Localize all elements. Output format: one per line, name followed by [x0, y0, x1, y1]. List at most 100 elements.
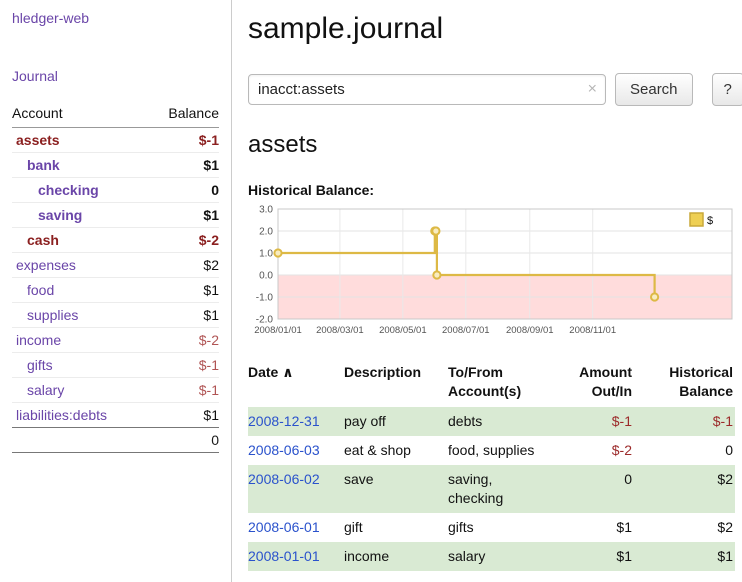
- main-content: sample.journal × Search ? assets Histori…: [232, 0, 742, 582]
- chart-x-tick-label: 2008/11/01: [569, 325, 616, 336]
- account-link-gifts[interactable]: gifts: [27, 357, 53, 373]
- chart-x-tick-label: 2008/07/01: [442, 325, 490, 336]
- register-row: 2008-12-31pay offdebts$-1$-1: [248, 407, 735, 436]
- historical-balance-chart[interactable]: $3.02.01.00.0-1.0-2.02008/01/012008/03/0…: [248, 205, 735, 347]
- search-input-wrap: ×: [248, 74, 606, 105]
- register-accounts: gifts: [448, 513, 552, 542]
- account-balance: $1: [147, 303, 219, 328]
- sidebar: hledger-web Journal Account Balance asse…: [0, 0, 232, 582]
- chart-point-marker: [651, 293, 658, 300]
- help-button[interactable]: ?: [712, 73, 742, 106]
- register-accounts: saving, checking: [448, 465, 552, 513]
- account-balance: $1: [147, 203, 219, 228]
- register-balance: $1: [640, 542, 735, 571]
- hledger-web-app: hledger-web Journal Account Balance asse…: [0, 0, 742, 582]
- register-description: gift: [344, 513, 448, 542]
- sidebar-item-journal[interactable]: Journal: [12, 68, 219, 84]
- register-header-row: Date ∧DescriptionTo/FromAccount(s)Amount…: [248, 359, 735, 407]
- account-row: bank $1: [12, 153, 219, 178]
- account-row: gifts$-1: [12, 353, 219, 378]
- chart-y-tick-label: 2.0: [259, 227, 273, 238]
- account-row: expenses$2: [12, 253, 219, 278]
- register-date-link[interactable]: 2008-06-01: [248, 519, 320, 535]
- account-link-saving[interactable]: saving: [38, 207, 82, 223]
- account-row: salary $-1: [12, 378, 219, 403]
- account-balance: $1: [147, 403, 219, 428]
- register-accounts: debts: [448, 407, 552, 436]
- account-link-bank[interactable]: bank: [27, 157, 60, 173]
- account-link-checking[interactable]: checking: [38, 182, 99, 198]
- account-link-food[interactable]: food: [27, 282, 54, 298]
- app-title-link[interactable]: hledger-web: [12, 10, 219, 26]
- account-link-income[interactable]: income: [16, 332, 61, 348]
- account-link-salary[interactable]: salary: [27, 382, 64, 398]
- search-button[interactable]: Search: [615, 73, 693, 106]
- chart-x-tick-label: 2008/05/01: [379, 325, 427, 336]
- accounts-header-account: Account: [12, 102, 147, 128]
- chart-legend-swatch: [690, 213, 703, 226]
- account-balance: $-2: [147, 328, 219, 353]
- register-balance: $2: [640, 513, 735, 542]
- chart-x-tick-label: 2008/09/01: [506, 325, 554, 336]
- chart-point-marker: [433, 271, 440, 278]
- register-row: 2008-06-03 eat & shopfood, supplies$-20: [248, 436, 735, 465]
- chart-x-tick-label: 2008/03/01: [316, 325, 364, 336]
- register-date-link[interactable]: 2008-12-31: [248, 413, 320, 429]
- accounts-table: Account Balance assets $-1 bank $1 checking 0…: [12, 102, 219, 453]
- account-row: income $-2: [12, 328, 219, 353]
- account-heading: assets: [248, 131, 742, 159]
- register-amount: $-2: [552, 436, 640, 465]
- chart-point-marker: [432, 227, 439, 234]
- register-amount: $-1: [552, 407, 640, 436]
- account-link-cash[interactable]: cash: [27, 232, 59, 248]
- chart-svg: $3.02.01.00.0-1.0-2.02008/01/012008/03/0…: [248, 205, 735, 347]
- search-input[interactable]: [248, 74, 606, 105]
- register-date-link[interactable]: 2008-06-02: [248, 471, 320, 487]
- account-balance: $-1: [147, 128, 219, 153]
- account-row: checking 0: [12, 178, 219, 203]
- register-table: Date ∧DescriptionTo/FromAccount(s)Amount…: [248, 359, 735, 571]
- account-balance: $-1: [147, 378, 219, 403]
- account-row: assets $-1: [12, 128, 219, 153]
- accounts-total-balance: 0: [147, 428, 219, 453]
- account-link-expenses[interactable]: expenses: [16, 257, 76, 273]
- account-link-assets[interactable]: assets: [16, 132, 60, 148]
- account-row: supplies $1: [12, 303, 219, 328]
- accounts-header-row: Account Balance: [12, 102, 219, 128]
- account-balance: $-2: [147, 228, 219, 253]
- register-balance: 0: [640, 436, 735, 465]
- register-date-link[interactable]: 2008-01-01: [248, 548, 320, 564]
- account-row: food $1: [12, 278, 219, 303]
- account-balance: $1: [147, 153, 219, 178]
- account-row: saving $1: [12, 203, 219, 228]
- register-description: save: [344, 465, 448, 513]
- account-balance: $1: [147, 278, 219, 303]
- account-link-supplies[interactable]: supplies: [27, 307, 78, 323]
- register-description: income: [344, 542, 448, 571]
- register-col-header-date[interactable]: Date ∧: [248, 359, 344, 407]
- sort-ascending-icon: ∧: [278, 364, 293, 380]
- register-col-header-amount: AmountOut/In: [552, 359, 640, 407]
- page-title: sample.journal: [248, 12, 742, 46]
- register-description: eat & shop: [344, 436, 448, 465]
- chart-point-marker: [274, 249, 281, 256]
- register-description: pay off: [344, 407, 448, 436]
- register-amount: $1: [552, 513, 640, 542]
- register-date-link[interactable]: 2008-06-03: [248, 442, 320, 458]
- chart-y-tick-label: 0.0: [259, 271, 273, 282]
- account-balance: 0: [147, 178, 219, 203]
- account-row: cash $-2: [12, 228, 219, 253]
- register-col-header-description: Description: [344, 359, 448, 407]
- chart-y-tick-label: -2.0: [256, 315, 274, 326]
- register-balance: $2: [640, 465, 735, 513]
- chart-y-tick-label: -1.0: [256, 293, 274, 304]
- register-accounts: food, supplies: [448, 436, 552, 465]
- account-row: liabilities:debts $1: [12, 403, 219, 428]
- register-amount: 0: [552, 465, 640, 513]
- chart-y-tick-label: 3.0: [259, 205, 273, 216]
- register-col-header-tofrom: To/FromAccount(s): [448, 359, 552, 407]
- clear-search-icon[interactable]: ×: [588, 80, 597, 98]
- register-row: 2008-06-02 savesaving, checking0$2: [248, 465, 735, 513]
- account-link-liabilities-debts[interactable]: liabilities:debts: [16, 407, 107, 423]
- chart-title: Historical Balance:: [248, 182, 742, 198]
